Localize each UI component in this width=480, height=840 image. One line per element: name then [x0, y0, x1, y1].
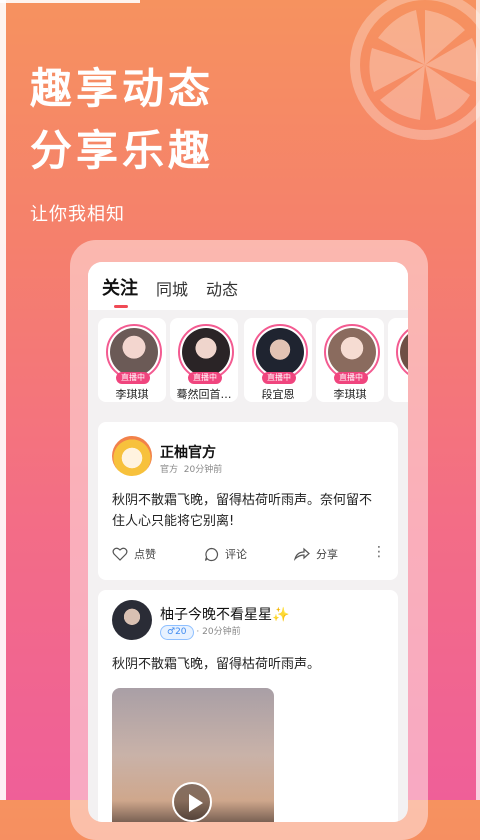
post-meta: 官方 20分钟前	[160, 462, 222, 475]
level-badge: ♂20	[160, 625, 194, 640]
story-name: 李琪琪	[333, 388, 367, 401]
share-icon	[294, 547, 310, 561]
live-stories-row: 直播中 李琪琪 直播中 蓦然回首… 直播中 段宜恩 直播中 李琪琪	[88, 310, 408, 410]
live-badge: 直播中	[334, 372, 368, 384]
post-card: 柚子今晚不看星星✨ ♂20 · 20分钟前 秋阴不散霜飞晚，留得枯荷听雨声。	[98, 590, 398, 822]
comment-icon	[204, 547, 219, 561]
story-name: 蓦然回首…	[176, 388, 232, 401]
post-username[interactable]: 正柚官方	[160, 442, 216, 462]
post-actions: 点赞 评论 分享 ⋮	[112, 544, 386, 566]
like-label: 点赞	[134, 548, 156, 561]
headline-line-1: 趣享动态	[30, 64, 215, 113]
story-name: 段宜恩	[261, 388, 295, 401]
grapefruit-icon	[350, 0, 480, 140]
avatar	[182, 328, 230, 376]
share-label: 分享	[316, 548, 338, 561]
post-username[interactable]: 柚子今晚不看星星✨	[160, 604, 289, 624]
tab-moments[interactable]: 动态	[198, 276, 248, 310]
post-card: 正柚官方 官方 20分钟前 秋阴不散霜飞晚，留得枯荷听雨声。奈何留不住人心只能将…	[98, 422, 398, 580]
headline-line-2: 分享乐趣	[30, 126, 215, 175]
story-item[interactable]: 直播中 李琪琪	[98, 318, 166, 402]
video-thumbnail[interactable]	[112, 688, 274, 822]
tab-bar: 关注 同城 动态	[88, 262, 408, 310]
top-edge	[0, 0, 140, 3]
live-badge: 直播中	[188, 372, 222, 384]
story-item[interactable]: 直播中 段宜恩	[244, 318, 312, 402]
post-meta: ♂20 · 20分钟前	[160, 624, 241, 640]
promo-subtitle: 让你我相知	[30, 204, 125, 225]
avatar[interactable]	[112, 436, 152, 476]
left-edge	[0, 0, 6, 800]
promo-headline: 趣享动态 分享乐趣	[30, 58, 214, 182]
live-badge: 直播中	[262, 372, 296, 384]
avatar	[110, 328, 158, 376]
comment-button[interactable]: 评论	[204, 546, 247, 562]
tab-following[interactable]: 关注	[94, 274, 148, 310]
story-item[interactable]	[388, 318, 408, 402]
story-name: 李琪琪	[115, 388, 149, 401]
official-tag: 官方	[160, 465, 179, 475]
comment-label: 评论	[225, 548, 247, 561]
story-item[interactable]: 直播中 蓦然回首…	[170, 318, 238, 402]
more-options-icon[interactable]: ⋮	[372, 544, 386, 560]
avatar	[256, 328, 304, 376]
play-icon[interactable]	[172, 782, 212, 822]
share-button[interactable]: 分享	[294, 546, 338, 562]
avatar	[400, 328, 408, 376]
post-text: 秋阴不散霜飞晚，留得枯荷听雨声。奈何留不住人心只能将它别离!	[112, 493, 373, 529]
tab-nearby[interactable]: 同城	[148, 276, 198, 310]
post-time: 20分钟前	[202, 627, 241, 637]
app-screen: 关注 同城 动态 直播中 李琪琪 直播中 蓦然回首… 直播中 段宜恩 直播中 李…	[88, 262, 408, 822]
avatar[interactable]	[112, 600, 152, 640]
like-button[interactable]: 点赞	[112, 546, 156, 562]
meta-dot: ·	[196, 627, 200, 637]
avatar	[328, 328, 376, 376]
story-item[interactable]: 直播中 李琪琪	[316, 318, 384, 402]
post-text: 秋阴不散霜飞晚，留得枯荷听雨声。	[112, 657, 321, 672]
heart-icon	[112, 547, 128, 561]
avatar-ring	[396, 324, 408, 380]
post-time: 20分钟前	[183, 465, 223, 475]
live-badge: 直播中	[116, 372, 150, 384]
